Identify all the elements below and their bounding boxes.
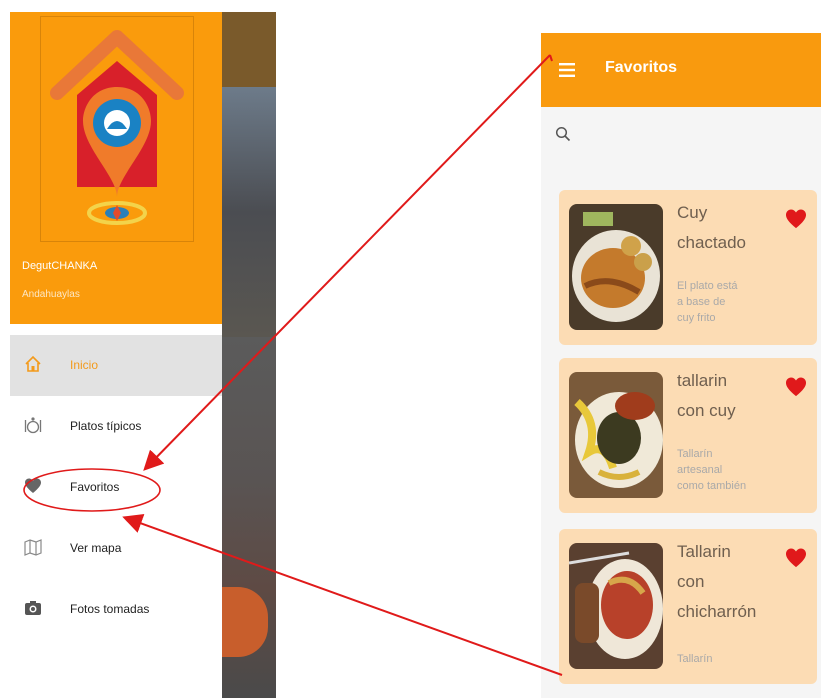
favoritos-screen: Favoritos Cuy chactado El plato está a b…: [541, 33, 821, 698]
drawer-screen: DegutCHANKA Andahuaylas Inicio Platos tí…: [10, 12, 276, 698]
home-icon: [25, 355, 41, 372]
drawer-menu: Inicio Platos típicos Favoritos Ver mapa…: [10, 335, 222, 640]
dish-name: Tallarin con chicharrón: [677, 542, 757, 621]
app-subtitle: Andahuaylas: [22, 289, 80, 300]
drawer-item-favoritos[interactable]: Favoritos: [10, 457, 222, 518]
app-bar: Favoritos: [541, 33, 821, 107]
drawer-item-label: Inicio: [70, 358, 99, 372]
drawer-item-label: Platos típicos: [70, 419, 142, 433]
dish-photo: [569, 372, 663, 498]
page-title: Favoritos: [605, 59, 678, 76]
drawer-item-mapa[interactable]: Ver mapa: [10, 518, 222, 579]
dish-name: tallarin con cuy: [677, 371, 736, 420]
background-content: [222, 12, 276, 698]
dish-photo: [569, 204, 663, 330]
map-icon: [24, 539, 42, 556]
dish-description: El plato está a base de cuy frito: [677, 280, 738, 324]
app-name: DegutCHANKA: [22, 260, 98, 272]
drawer-item-inicio[interactable]: Inicio: [10, 335, 222, 396]
drawer-item-platos[interactable]: Platos típicos: [10, 396, 222, 457]
dish-icon: [24, 417, 42, 434]
drawer-item-fotos[interactable]: Fotos tomadas: [10, 579, 222, 640]
drawer-item-label: Favoritos: [70, 480, 120, 494]
camera-icon: [25, 601, 41, 615]
drawer-header: DegutCHANKA Andahuaylas: [10, 12, 222, 324]
favorite-heart-icon[interactable]: [785, 547, 807, 569]
search-icon[interactable]: [555, 126, 571, 142]
favorite-card[interactable]: Tallarin con chicharrón Tallarín: [559, 529, 817, 684]
dish-description: Tallarín: [677, 653, 713, 665]
dish-photo: [569, 543, 663, 669]
favorite-heart-icon[interactable]: [785, 376, 807, 398]
favorite-heart-icon[interactable]: [785, 208, 807, 230]
dish-description: Tallarín artesanal como también: [677, 448, 747, 492]
app-logo: [40, 16, 194, 242]
navigation-drawer: DegutCHANKA Andahuaylas Inicio Platos tí…: [10, 12, 222, 698]
heart-icon: [25, 478, 41, 493]
drawer-item-label: Fotos tomadas: [70, 602, 150, 616]
dish-name: Cuy chactado: [677, 203, 746, 252]
favorite-card[interactable]: tallarin con cuy Tallarín artesanal como…: [559, 358, 817, 513]
drawer-item-label: Ver mapa: [70, 541, 122, 555]
favorite-card[interactable]: Cuy chactado El plato está a base de cuy…: [559, 190, 817, 345]
hamburger-menu-icon[interactable]: [559, 63, 575, 77]
